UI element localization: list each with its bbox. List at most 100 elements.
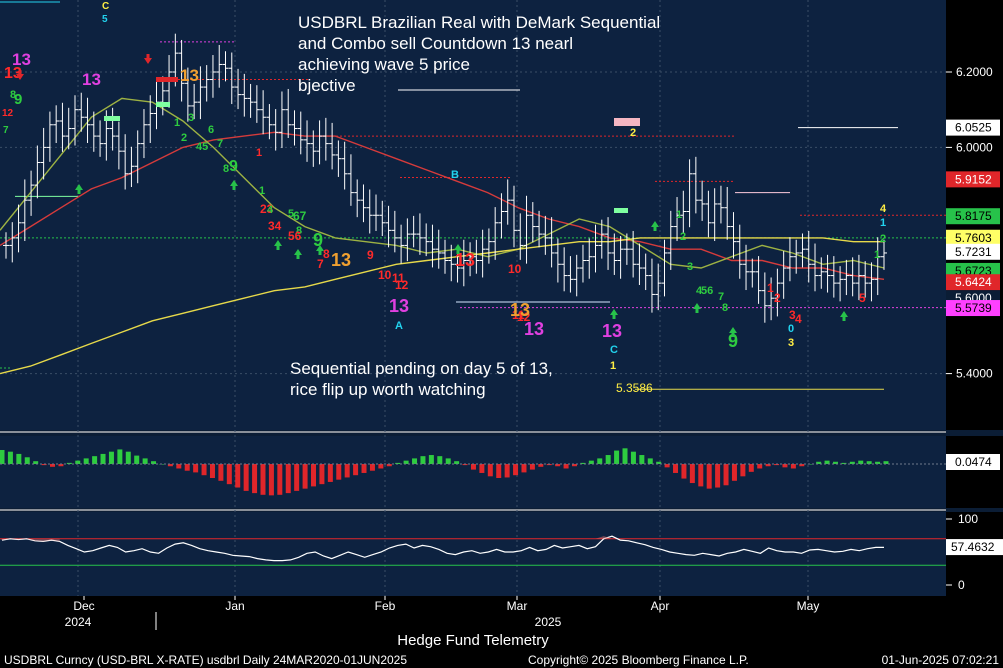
demark-count: 45	[196, 141, 208, 153]
histogram-bar	[529, 464, 535, 470]
histogram-bar	[681, 464, 687, 479]
histogram-bar	[176, 464, 182, 469]
demark-count: 13	[510, 300, 530, 320]
demark-count: 2	[181, 132, 187, 144]
demark-count: 13	[389, 296, 409, 316]
histogram-bar	[614, 450, 620, 464]
footer-copyright: Copyright© 2025 Bloomberg Finance L.P.	[528, 653, 749, 667]
price-tag-label: 5.7603	[955, 231, 992, 245]
histogram-bar	[563, 464, 569, 469]
histogram-bar	[824, 460, 830, 464]
histogram-axis	[946, 436, 1003, 508]
histogram-bar	[7, 451, 13, 464]
year-label: 2025	[535, 615, 562, 629]
title-line: and Combo sell Countdown 13 nearl	[298, 34, 573, 53]
histogram-bar	[428, 455, 434, 464]
demark-count: 3	[188, 112, 194, 124]
histogram-bar	[757, 464, 763, 469]
setup-marker	[614, 208, 628, 213]
demark-count: 2	[630, 127, 636, 139]
histogram-bar	[790, 464, 796, 469]
demark-count: 4	[795, 312, 802, 326]
demark-count: 9	[313, 230, 323, 250]
histogram-bar	[117, 449, 123, 464]
oscillator-panel	[0, 512, 946, 596]
histogram-bar	[75, 460, 81, 464]
x-tick-label: Feb	[375, 599, 396, 613]
x-tick-label: Apr	[651, 599, 670, 613]
demark-count: 0	[788, 323, 794, 335]
demark-count: 1	[676, 209, 682, 221]
demark-count: 2	[680, 231, 686, 243]
histogram-bar	[92, 456, 98, 464]
histogram-bar	[403, 460, 409, 464]
histogram-bar	[235, 464, 241, 488]
x-tick-label: Dec	[73, 599, 94, 613]
histogram-bar	[487, 464, 493, 477]
histogram-bar	[513, 464, 519, 476]
demark-count: 1	[767, 281, 774, 295]
x-tick-label: Jan	[225, 599, 244, 613]
demark-count: 7	[3, 125, 9, 136]
histogram-bar	[748, 464, 754, 472]
histogram-bar	[664, 464, 670, 468]
histogram-bar	[521, 464, 527, 473]
histogram-bar	[201, 464, 207, 476]
demark-count: 3	[788, 337, 794, 349]
demark-count: 5	[859, 291, 866, 305]
histogram-bar	[260, 464, 266, 495]
price-tag-label: 5.9152	[955, 172, 992, 186]
histogram-bar	[731, 464, 737, 481]
demark-count: 34	[268, 219, 282, 233]
histogram-bar	[134, 455, 140, 464]
histogram-bar	[344, 464, 350, 478]
histogram-bar	[294, 464, 300, 491]
histogram-bar	[715, 464, 721, 488]
demark-count: 7	[217, 138, 223, 150]
price-tag-label: 5.7231	[955, 245, 992, 259]
title-line: achieving wave 5 price	[298, 55, 475, 74]
y-tick-label: 6.2000	[956, 65, 993, 79]
demark-count: 1	[880, 217, 886, 229]
demark-count: 1	[259, 185, 265, 197]
title-line: USDBRL Brazilian Real with DeMark Sequen…	[298, 13, 660, 32]
demark-count: 6	[208, 124, 214, 136]
osc-tick-label: 100	[958, 512, 978, 526]
objective-label: 5.3586	[616, 381, 653, 395]
demark-count: 1	[610, 360, 616, 372]
demark-count: 8	[10, 89, 16, 101]
annotation-line: rice flip up worth watching	[290, 380, 486, 399]
histogram-bar	[445, 458, 451, 464]
histogram-bar	[782, 464, 788, 468]
demark-count: 13	[602, 321, 622, 341]
demark-count: C	[102, 1, 109, 12]
histogram-bar	[470, 464, 476, 470]
demark-count: 13	[82, 70, 101, 89]
demark-count: 7	[317, 257, 324, 271]
setup-marker	[156, 102, 170, 107]
demark-count: 4	[880, 203, 887, 215]
demark-count: 10	[508, 262, 522, 276]
histogram-bar	[336, 464, 342, 480]
histogram-bar	[100, 453, 106, 464]
histogram-bar	[16, 453, 22, 464]
histogram-bar	[361, 464, 367, 473]
histogram-bar	[689, 464, 695, 484]
bloomberg-chart: 0.0474 100 0 57.4632 13 13 9 8 12 7 C 5 13 13 1 2 3 45 6…	[0, 0, 1003, 668]
x-tick-label: May	[797, 599, 820, 613]
histogram-bar	[605, 455, 611, 464]
setup-marker	[104, 116, 120, 121]
histogram-bar	[193, 464, 199, 473]
histogram-bar	[277, 464, 283, 495]
histogram-bar	[378, 464, 384, 469]
osc-tick-label: 0	[958, 578, 965, 592]
histogram-bar	[630, 451, 636, 464]
demark-count: B	[451, 169, 459, 181]
demark-count: C	[610, 344, 618, 356]
histogram-bar	[673, 464, 679, 473]
histogram-bar	[24, 457, 30, 464]
histogram-bar	[327, 464, 333, 482]
annotation-line: Sequential pending on day 5 of 13,	[290, 359, 558, 378]
setup-marker	[156, 77, 178, 82]
histogram-bar	[226, 464, 232, 485]
